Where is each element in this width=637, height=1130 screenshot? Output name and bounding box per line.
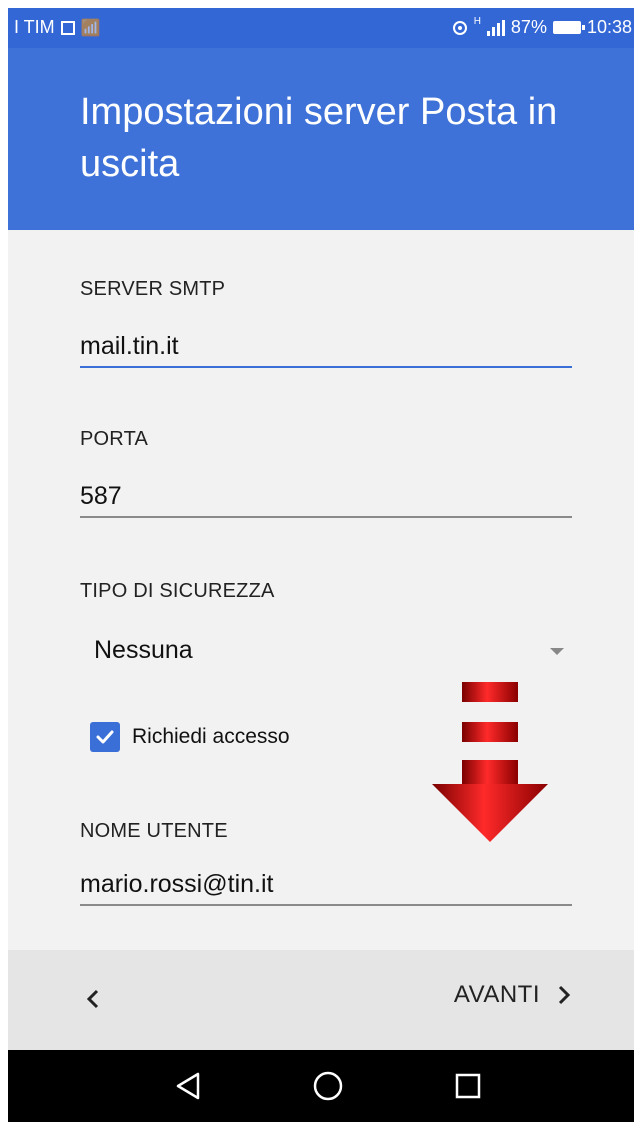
username-label: NOME UTENTE xyxy=(80,820,228,842)
status-bar: I TIM 📶 H 87% 10:38 xyxy=(8,8,634,48)
battery-icon xyxy=(552,21,585,34)
require-login-label: Richiedi accesso xyxy=(132,725,290,748)
security-type-dropdown[interactable]: Nessuna xyxy=(80,630,572,674)
chevron-left-icon xyxy=(86,989,99,1009)
nav-back-button[interactable] xyxy=(170,1068,206,1104)
circle-home-icon xyxy=(313,1071,343,1101)
security-type-value: Nessuna xyxy=(94,636,193,664)
chevron-right-icon xyxy=(558,985,571,1005)
security-type-label: TIPO DI SICUREZZA xyxy=(80,580,275,602)
smtp-server-input[interactable] xyxy=(80,326,572,368)
phone-screen: I TIM 📶 H 87% 10:38 Impostazioni server … xyxy=(8,8,634,1122)
clock: 10:38 xyxy=(586,17,632,37)
next-button-label: AVANTI xyxy=(453,981,540,1008)
port-label: PORTA xyxy=(80,428,149,450)
dropdown-caret-icon xyxy=(550,648,564,655)
require-login-row[interactable]: Richiedi accesso xyxy=(90,722,290,752)
image-notification-icon xyxy=(60,20,75,35)
checkmark-icon xyxy=(96,730,114,744)
username-input[interactable] xyxy=(80,864,572,906)
nav-recents-button[interactable] xyxy=(450,1068,486,1104)
next-button[interactable]: AVANTI xyxy=(454,980,574,1010)
smtp-server-label: SERVER SMTP xyxy=(80,278,226,300)
status-right: H 87% 10:38 xyxy=(452,16,632,38)
bottom-action-bar: AVANTI xyxy=(8,950,634,1050)
app-header: Impostazioni server Posta in uscita xyxy=(8,48,634,230)
network-type: H xyxy=(473,16,481,27)
status-left: I TIM 📶 xyxy=(14,17,101,38)
sync-icon xyxy=(452,20,467,35)
triangle-back-icon xyxy=(176,1072,200,1100)
red-down-arrow-icon xyxy=(432,682,548,842)
signal-icon xyxy=(486,19,505,36)
nav-home-button[interactable] xyxy=(310,1068,346,1104)
carrier-name: I TIM xyxy=(14,17,55,37)
square-recents-icon xyxy=(455,1073,481,1099)
port-input[interactable] xyxy=(80,476,572,518)
wifi-icon: 📶 xyxy=(80,19,101,37)
android-nav-bar xyxy=(8,1050,634,1122)
battery-percent: 87% xyxy=(510,17,547,37)
back-button[interactable] xyxy=(78,984,108,1014)
require-login-checkbox[interactable] xyxy=(90,722,120,752)
page-title: Impostazioni server Posta in uscita xyxy=(80,91,558,185)
